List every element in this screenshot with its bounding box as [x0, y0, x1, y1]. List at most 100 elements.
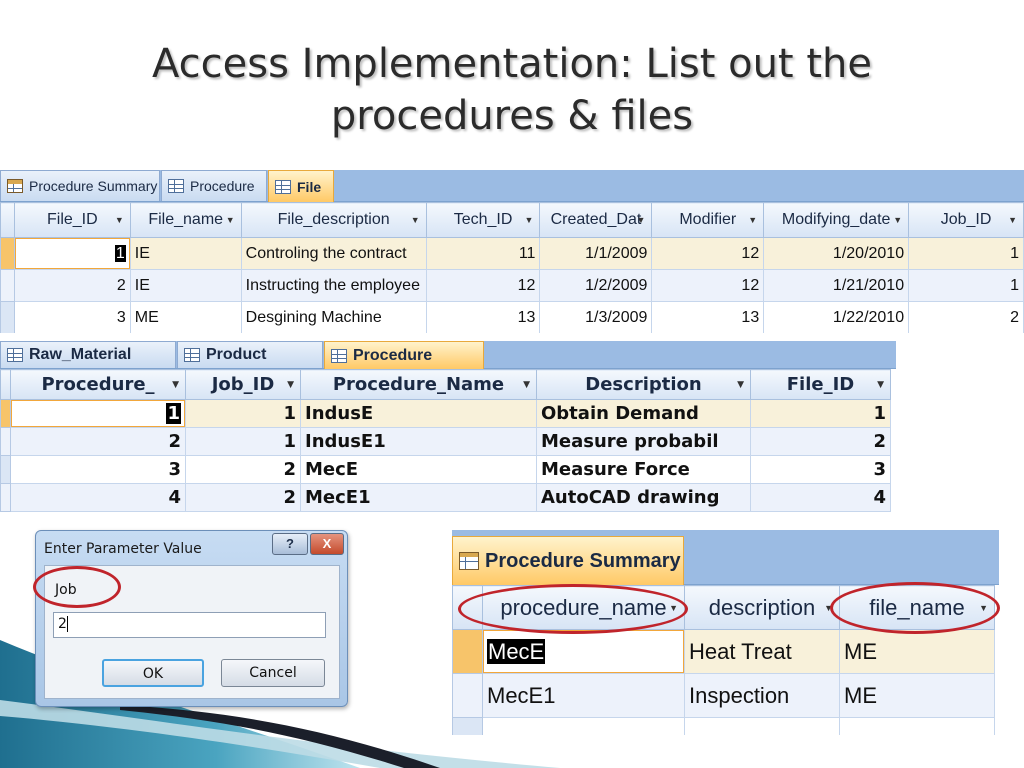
record-selector[interactable] [452, 717, 483, 735]
table-cell[interactable]: 13 [651, 301, 765, 333]
table-cell[interactable] [684, 717, 840, 735]
dropdown-arrow-icon[interactable]: ▼ [523, 380, 530, 390]
column-header[interactable]: Modifier ▼ [651, 202, 765, 238]
column-header[interactable]: file_name ▼ [839, 585, 995, 630]
table-cell[interactable]: 12 [651, 237, 765, 270]
column-header[interactable]: Tech_ID ▼ [425, 202, 541, 238]
record-selector[interactable] [0, 483, 11, 512]
table-cell[interactable]: 2 [185, 455, 301, 484]
dropdown-arrow-icon[interactable]: ▼ [172, 380, 179, 390]
table-cell[interactable]: 3 [10, 455, 186, 484]
table-cell[interactable]: MecE [300, 455, 537, 484]
table-cell[interactable]: 1 [750, 399, 891, 428]
column-header[interactable]: File_description ▼ [240, 202, 427, 238]
table-cell[interactable]: 2 [13, 269, 131, 302]
column-header[interactable]: Description ▼ [536, 369, 751, 400]
record-selector[interactable] [452, 673, 483, 718]
table-cell[interactable]: 1 [10, 399, 186, 428]
dropdown-arrow-icon[interactable]: ▼ [411, 215, 420, 225]
new-record-row[interactable] [452, 717, 995, 735]
record-selector[interactable] [0, 427, 11, 456]
table-cell[interactable]: 3 [750, 455, 891, 484]
table-cell[interactable]: 1/1/2009 [539, 237, 653, 270]
tab-procedure-summary[interactable]: Procedure Summary [452, 536, 684, 585]
record-selector[interactable] [0, 237, 15, 270]
table-row[interactable]: MecE Heat Treat ME [452, 629, 995, 674]
cancel-button[interactable]: Cancel [221, 659, 325, 687]
dropdown-arrow-icon[interactable]: ▼ [287, 380, 294, 390]
column-header[interactable]: Procedure_Name ▼ [300, 369, 537, 400]
dropdown-arrow-icon[interactable]: ▼ [748, 215, 757, 225]
dropdown-arrow-icon[interactable]: ▼ [226, 215, 235, 225]
table-cell[interactable]: 1/21/2010 [763, 269, 910, 302]
column-header[interactable]: Procedure_ ▼ [10, 369, 186, 400]
record-selector[interactable] [0, 455, 11, 484]
dropdown-arrow-icon[interactable]: ▼ [525, 215, 534, 225]
table-row[interactable]: MecE1 Inspection ME [452, 673, 995, 718]
parameter-input[interactable]: 2 [53, 612, 326, 638]
column-header[interactable]: File_ID ▼ [13, 202, 131, 238]
table-cell[interactable]: MecE1 [482, 673, 685, 718]
dropdown-arrow-icon[interactable]: ▼ [636, 215, 645, 225]
table-cell[interactable]: 11 [425, 237, 541, 270]
table-cell[interactable]: Desgining Machine [240, 301, 427, 333]
table-cell[interactable]: IndusE1 [300, 427, 537, 456]
column-header[interactable]: File_ID ▼ [750, 369, 891, 400]
table-row[interactable]: 3 ME Desgining Machine 13 1/3/2009 13 1/… [0, 301, 1024, 333]
table-row[interactable]: 1 1 IndusE Obtain Demand 1 [0, 399, 891, 428]
table-cell[interactable]: Instructing the employee [240, 269, 427, 302]
dropdown-arrow-icon[interactable]: ▼ [1008, 215, 1017, 225]
tab-raw-material[interactable]: Raw_Material [0, 341, 176, 368]
record-selector[interactable] [0, 399, 11, 428]
table-cell[interactable]: ME [129, 301, 242, 333]
ok-button[interactable]: OK [102, 659, 204, 687]
table-cell[interactable]: IndusE [300, 399, 537, 428]
table-cell[interactable]: MecE1 [300, 483, 537, 512]
table-cell[interactable]: ME [839, 673, 995, 718]
table-cell[interactable]: 1 [908, 269, 1024, 302]
table-cell[interactable] [482, 717, 685, 735]
table-cell[interactable]: 2 [10, 427, 186, 456]
dropdown-arrow-icon[interactable]: ▼ [669, 603, 678, 613]
dropdown-arrow-icon[interactable]: ▼ [115, 215, 124, 225]
table-cell[interactable]: IE [129, 237, 242, 270]
column-header[interactable]: File_name ▼ [129, 202, 242, 238]
table-cell[interactable]: 1 [13, 237, 131, 270]
table-cell[interactable]: 1/3/2009 [539, 301, 653, 333]
column-header[interactable]: procedure_name ▼ [482, 585, 685, 630]
table-cell[interactable]: AutoCAD drawing [536, 483, 751, 512]
select-all-corner[interactable] [0, 202, 15, 238]
table-cell[interactable]: 3 [13, 301, 131, 333]
dropdown-arrow-icon[interactable]: ▼ [877, 380, 884, 390]
column-header[interactable]: description ▼ [684, 585, 840, 630]
dropdown-arrow-icon[interactable]: ▼ [824, 603, 833, 613]
table-cell[interactable]: ME [839, 629, 995, 674]
record-selector[interactable] [452, 629, 483, 674]
close-button[interactable]: X [310, 533, 344, 555]
column-header[interactable]: Job_ID ▼ [908, 202, 1024, 238]
table-cell[interactable]: 12 [425, 269, 541, 302]
table-cell[interactable]: 1 [185, 399, 301, 428]
select-all-corner[interactable] [0, 369, 11, 400]
table-cell[interactable]: Controling the contract [240, 237, 427, 270]
table-row[interactable]: 1 IE Controling the contract 11 1/1/2009… [0, 237, 1024, 270]
select-all-corner[interactable] [452, 585, 483, 630]
table-cell[interactable]: 1 [185, 427, 301, 456]
table-cell[interactable]: Measure probabil [536, 427, 751, 456]
tab-procedure-summary[interactable]: Procedure Summary [0, 170, 160, 201]
table-cell[interactable]: Inspection [684, 673, 840, 718]
table-cell[interactable]: 1/2/2009 [539, 269, 653, 302]
dropdown-arrow-icon[interactable]: ▼ [979, 603, 988, 613]
tab-product[interactable]: Product [177, 341, 323, 368]
table-cell[interactable]: 13 [425, 301, 541, 333]
column-header[interactable]: Modifying_date ▼ [763, 202, 910, 238]
column-header[interactable]: Created_Dat ▼ [539, 202, 653, 238]
table-cell[interactable]: 2 [750, 427, 891, 456]
dropdown-arrow-icon[interactable]: ▼ [893, 215, 902, 225]
table-cell[interactable]: 12 [651, 269, 765, 302]
record-selector[interactable] [0, 269, 15, 302]
help-button[interactable]: ? [272, 533, 308, 555]
tab-file[interactable]: File [268, 170, 334, 202]
table-cell[interactable]: IE [129, 269, 242, 302]
table-cell[interactable]: 2 [185, 483, 301, 512]
